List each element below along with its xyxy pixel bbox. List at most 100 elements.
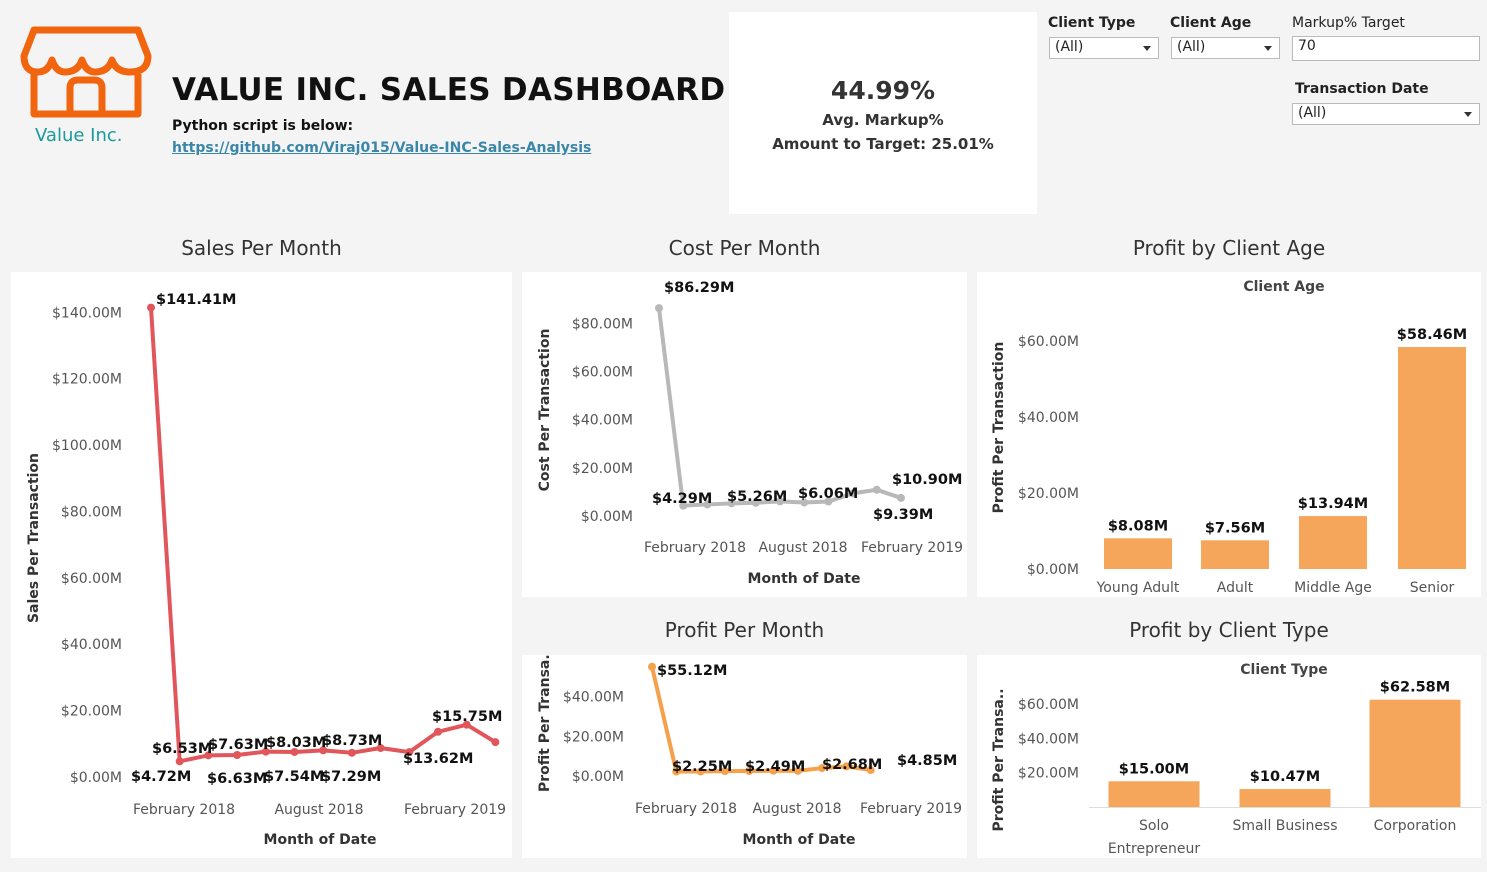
bar bbox=[1239, 789, 1331, 807]
kpi-card: 44.99% Avg. Markup% Amount to Target: 25… bbox=[729, 12, 1037, 214]
data-label: $4.29M bbox=[652, 491, 712, 507]
markup-target-label: Markup% Target bbox=[1292, 15, 1405, 31]
x-axis-label: Month of Date bbox=[748, 571, 861, 587]
x-tick-label: August 2018 bbox=[758, 540, 847, 556]
script-link[interactable]: https://github.com/Viraj015/Value-INC-Sa… bbox=[172, 140, 591, 156]
y-tick-label: $20.00M bbox=[563, 729, 624, 745]
profit-chart-title: Profit Per Month bbox=[664, 618, 825, 642]
data-label: $13.62M bbox=[403, 751, 473, 767]
y-tick-label: $0.00M bbox=[1027, 562, 1079, 578]
x-tick-label: February 2018 bbox=[644, 540, 746, 556]
data-label: $7.54M bbox=[264, 769, 324, 785]
category-label: Small Business bbox=[1232, 818, 1337, 834]
transaction-date-label: Transaction Date bbox=[1295, 81, 1429, 97]
kpi-target: Amount to Target: 25.01% bbox=[772, 135, 994, 153]
data-label: $15.75M bbox=[432, 709, 502, 725]
y-tick-label: $20.00M bbox=[61, 704, 122, 720]
bar bbox=[1201, 540, 1269, 569]
chevron-down-icon bbox=[1264, 46, 1272, 51]
data-point bbox=[491, 738, 500, 747]
y-axis-label: Profit Per Transaction bbox=[991, 342, 1007, 514]
profit-by-client-type-chart: Client Type $20.00M $40.00M $60.00M Profit P… bbox=[977, 655, 1481, 858]
client-type-dropdown[interactable]: (All) bbox=[1049, 37, 1159, 59]
bar bbox=[1104, 538, 1172, 569]
data-label: $86.29M bbox=[664, 280, 734, 296]
chart-header: Client Type bbox=[1240, 662, 1327, 678]
bar bbox=[1398, 347, 1466, 569]
y-tick-label: $0.00M bbox=[70, 770, 122, 786]
client-age-value: (All) bbox=[1177, 39, 1206, 55]
x-tick-label: August 2018 bbox=[752, 801, 841, 817]
y-axis-label: Sales Per Transaction bbox=[26, 453, 42, 623]
category-label: Corporation bbox=[1374, 818, 1457, 834]
y-axis-label: Profit Per Transa.. bbox=[537, 655, 553, 792]
y-tick-label: $60.00M bbox=[1018, 697, 1079, 713]
y-tick-label: $120.00M bbox=[52, 372, 122, 388]
data-label: $9.39M bbox=[873, 507, 933, 523]
x-tick-label: August 2018 bbox=[274, 802, 363, 818]
chevron-down-icon bbox=[1464, 112, 1472, 117]
y-tick-label: $140.00M bbox=[52, 305, 122, 321]
kpi-value: 44.99% bbox=[830, 76, 936, 105]
transaction-date-dropdown[interactable]: (All) bbox=[1292, 103, 1480, 125]
y-tick-label: $80.00M bbox=[572, 316, 633, 332]
profit-per-month-chart: $0.00M $20.00M $40.00M Profit Per Transa.. F… bbox=[522, 655, 967, 858]
client-age-label: Client Age bbox=[1170, 15, 1252, 31]
chevron-down-icon bbox=[1143, 46, 1151, 51]
data-point bbox=[897, 493, 905, 502]
y-tick-label: $60.00M bbox=[61, 571, 122, 587]
y-tick-label: $40.00M bbox=[572, 413, 633, 429]
transaction-date-value: (All) bbox=[1298, 105, 1327, 121]
profit-by-client-age-chart: Client Age $0.00M $20.00M $40.00M $60.00M Pro… bbox=[977, 272, 1481, 597]
y-tick-label: $60.00M bbox=[572, 364, 633, 380]
y-tick-label: $20.00M bbox=[1018, 766, 1079, 782]
data-label: $2.25M bbox=[672, 759, 732, 775]
x-tick-label: February 2019 bbox=[860, 801, 962, 817]
data-label: $141.41M bbox=[156, 292, 236, 308]
bar bbox=[1369, 699, 1461, 807]
dashboard-title: VALUE INC. SALES DASHBOARD bbox=[172, 72, 726, 108]
data-label: $62.58M bbox=[1380, 680, 1450, 696]
y-tick-label: $60.00M bbox=[1018, 334, 1079, 350]
client-age-dropdown[interactable]: (All) bbox=[1171, 37, 1280, 59]
y-axis-label: Cost Per Transaction bbox=[537, 329, 553, 492]
category-label: Young Adult bbox=[1096, 580, 1180, 596]
category-label: Solo bbox=[1139, 818, 1169, 834]
data-point bbox=[175, 757, 184, 766]
data-label: $7.29M bbox=[321, 769, 381, 785]
bar bbox=[1299, 516, 1367, 569]
client-type-value: (All) bbox=[1055, 39, 1084, 55]
y-tick-label: $40.00M bbox=[1018, 731, 1079, 747]
data-label: $8.08M bbox=[1108, 518, 1168, 534]
data-label: $2.68M bbox=[822, 757, 882, 773]
client-type-label: Client Type bbox=[1048, 15, 1136, 31]
data-label: $6.06M bbox=[798, 486, 858, 502]
data-label: $10.47M bbox=[1250, 769, 1320, 785]
data-label: $4.72M bbox=[131, 769, 191, 785]
script-label: Python script is below: bbox=[172, 118, 354, 134]
kpi-label: Avg. Markup% bbox=[822, 111, 944, 129]
data-label: $55.12M bbox=[657, 663, 727, 679]
data-label: $58.46M bbox=[1397, 327, 1467, 343]
y-tick-label: $20.00M bbox=[1018, 486, 1079, 502]
data-point bbox=[648, 662, 656, 671]
data-label: $8.73M bbox=[322, 733, 382, 749]
sales-per-month-chart: $0.00M $20.00M $40.00M $60.00M $80.00M $100.0… bbox=[11, 272, 512, 858]
cost-chart-title: Cost Per Month bbox=[668, 236, 821, 260]
x-tick-label: February 2018 bbox=[635, 801, 737, 817]
cost-per-month-chart: $0.00M $20.00M $40.00M $60.00M $80.00M Cost P… bbox=[522, 272, 967, 597]
age-chart-title: Profit by Client Age bbox=[1132, 236, 1326, 260]
data-label: $8.03M bbox=[266, 735, 326, 751]
data-label: $7.63M bbox=[208, 737, 268, 753]
series-line bbox=[149, 307, 497, 764]
type-chart-title: Profit by Client Type bbox=[1129, 618, 1329, 642]
data-label: $6.53M bbox=[152, 741, 212, 757]
markup-target-input[interactable]: 70 bbox=[1292, 36, 1480, 61]
category-label: Senior bbox=[1410, 580, 1455, 596]
y-tick-label: $80.00M bbox=[61, 504, 122, 520]
series-line bbox=[657, 307, 902, 508]
data-label: $4.85M bbox=[897, 753, 957, 769]
category-label: Adult bbox=[1217, 580, 1254, 596]
data-point bbox=[434, 727, 442, 736]
bar bbox=[1108, 781, 1200, 807]
